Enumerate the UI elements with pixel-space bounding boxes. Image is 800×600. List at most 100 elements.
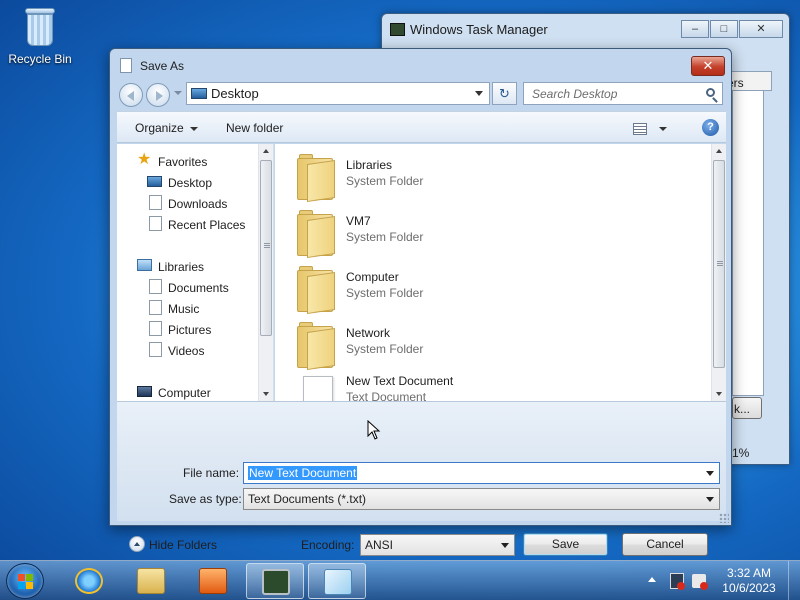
file-name-field[interactable]: New Text Document [243, 462, 720, 484]
list-item[interactable]: Libraries System Folder [295, 152, 695, 206]
file-list-scrollbar[interactable] [711, 144, 726, 401]
file-name-value: New Text Document [248, 466, 358, 480]
file-type: System Folder [346, 230, 424, 244]
internet-explorer-icon [75, 568, 103, 594]
view-icon [633, 122, 647, 135]
close-button[interactable]: ✕ [739, 20, 783, 38]
recent-locations-dropdown[interactable] [174, 91, 182, 95]
chevron-down-icon [189, 126, 198, 131]
text-document-icon [303, 376, 333, 401]
mute-badge [700, 582, 708, 590]
star-icon: ★ [137, 151, 152, 168]
taskbar-media-player[interactable] [184, 563, 242, 599]
folder-icon [149, 216, 162, 231]
folder-icon [297, 210, 335, 258]
list-item[interactable]: Network System Folder [295, 320, 695, 374]
file-name-label: File name: [183, 466, 240, 480]
file-name: VM7 [346, 214, 371, 228]
volume-icon[interactable] [692, 574, 708, 590]
dialog-title: Save As [140, 59, 185, 73]
scrollbar-thumb[interactable] [260, 160, 272, 336]
list-item[interactable]: Computer System Folder [295, 264, 695, 318]
change-view-button[interactable] [633, 121, 669, 135]
new-folder-button[interactable]: New folder [226, 121, 283, 135]
save-as-dialog[interactable]: Save As ✕ Desktop ↻ Search Desktop Organ… [109, 48, 732, 556]
save-as-type-select[interactable]: Text Documents (*.txt) [243, 488, 720, 510]
show-hidden-icons-icon[interactable] [648, 577, 656, 582]
taskbar-notepad[interactable] [308, 563, 366, 599]
scroll-down-icon[interactable] [263, 392, 269, 396]
show-desktop-button[interactable] [788, 561, 800, 600]
resize-grip[interactable] [719, 513, 729, 523]
sidebar-item-label: Computer [158, 386, 211, 400]
libraries-icon [137, 259, 152, 271]
recycle-bin-label: Recycle Bin [8, 52, 72, 66]
forward-button[interactable] [146, 83, 170, 107]
system-clock[interactable]: 3:32 AM 10/6/2023 [716, 566, 782, 596]
navigation-scrollbar[interactable] [258, 144, 273, 401]
sidebar-item-label: Downloads [168, 197, 228, 211]
grip-icon [717, 261, 723, 266]
taskbar-internet-explorer[interactable] [60, 563, 118, 599]
clock-date: 10/6/2023 [722, 581, 776, 595]
encoding-select[interactable]: ANSI [360, 534, 515, 556]
folder-icon [149, 321, 162, 336]
windows-logo-icon [18, 574, 34, 590]
save-as-type-label: Save as type: [169, 492, 242, 506]
chevron-down-icon[interactable] [706, 471, 714, 476]
taskbar-windows-explorer[interactable] [122, 563, 180, 599]
refresh-button[interactable]: ↻ [492, 82, 517, 105]
save-button[interactable]: Save [523, 533, 608, 556]
hide-folders-button[interactable]: Hide Folders [129, 536, 217, 552]
task-manager-title: Windows Task Manager [410, 22, 548, 37]
file-name: New Text Document [346, 374, 454, 388]
list-item[interactable]: VM7 System Folder [295, 208, 695, 262]
file-name: Network [346, 326, 391, 340]
search-icon[interactable] [706, 88, 715, 97]
file-type: System Folder [346, 286, 424, 300]
sidebar-item-label: Favorites [158, 155, 208, 169]
network-icon[interactable] [670, 573, 685, 590]
task-manager-icon [390, 23, 405, 36]
cpu-usage-status: 1% [732, 446, 750, 460]
desktop-icon [147, 176, 162, 187]
recycle-bin[interactable]: Recycle Bin [4, 6, 76, 66]
chevron-down-icon[interactable] [475, 91, 483, 96]
maximize-button[interactable]: □ [710, 20, 738, 38]
help-button[interactable]: ? [702, 119, 719, 136]
folder-icon [149, 279, 162, 294]
scroll-down-icon[interactable] [716, 392, 722, 396]
organize-label: Organize [135, 121, 184, 135]
chevron-down-icon [706, 497, 714, 502]
search-input[interactable]: Search Desktop [523, 82, 723, 105]
taskbar-task-manager[interactable] [246, 563, 304, 599]
scrollbar-thumb[interactable] [713, 160, 725, 368]
recycle-bin-icon [23, 6, 57, 48]
file-type: System Folder [346, 342, 424, 356]
search-placeholder: Search Desktop [532, 87, 618, 101]
windows-explorer-icon [137, 568, 165, 594]
minimize-button[interactable]: – [681, 20, 709, 38]
save-as-type-value: Text Documents (*.txt) [248, 492, 367, 506]
organize-button[interactable]: Organize [135, 121, 198, 135]
back-button[interactable] [119, 83, 143, 107]
end-task-button[interactable]: k... [732, 397, 762, 419]
list-item[interactable]: New Text Document Text Document [295, 368, 695, 401]
sidebar-item-label: Documents [168, 281, 229, 295]
scroll-up-icon[interactable] [716, 149, 722, 153]
sidebar-item-label: Pictures [168, 323, 212, 337]
taskbar: 3:32 AM 10/6/2023 [0, 560, 800, 600]
sidebar-item-label: Libraries [158, 260, 205, 274]
task-manager-icon [262, 569, 290, 595]
cancel-button[interactable]: Cancel [622, 533, 708, 556]
address-bar[interactable]: Desktop [186, 82, 490, 105]
close-button[interactable]: ✕ [691, 56, 725, 76]
desktop-icon [191, 88, 207, 99]
start-button[interactable] [6, 563, 44, 599]
encoding-label: Encoding: [301, 538, 355, 552]
file-list: Libraries System Folder VM7 System Folde… [275, 144, 726, 401]
save-options-panel: File name: New Text Document Save as typ… [117, 401, 726, 556]
grip-icon [264, 243, 270, 248]
scroll-up-icon[interactable] [263, 149, 269, 153]
chevron-down-icon [659, 126, 667, 131]
